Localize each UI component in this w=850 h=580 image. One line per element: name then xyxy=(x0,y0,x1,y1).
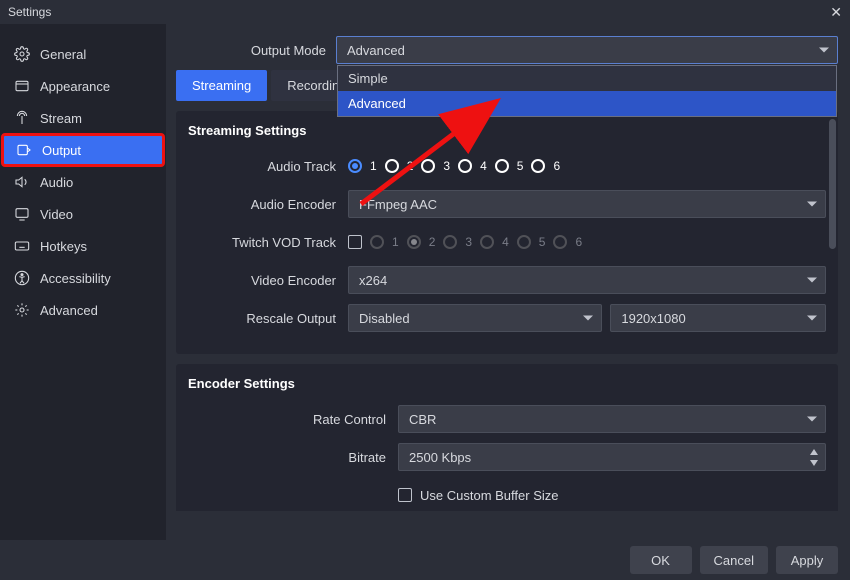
streaming-settings-heading: Streaming Settings xyxy=(188,123,826,138)
sidebar-item-label: Appearance xyxy=(40,79,110,94)
sidebar-item-label: Stream xyxy=(40,111,82,126)
rescale-output-select[interactable]: Disabled xyxy=(348,304,602,332)
output-mode-label: Output Mode xyxy=(176,43,336,58)
sidebar-item-general[interactable]: General xyxy=(0,38,166,70)
output-icon xyxy=(16,142,32,158)
ok-button[interactable]: OK xyxy=(630,546,692,574)
audio-track-radio-3[interactable] xyxy=(421,159,435,173)
speaker-icon xyxy=(14,174,30,190)
audio-track-radio-6[interactable] xyxy=(531,159,545,173)
scrollbar-thumb[interactable] xyxy=(829,119,836,249)
sidebar-item-hotkeys[interactable]: Hotkeys xyxy=(0,230,166,262)
audio-track-radio-4[interactable] xyxy=(458,159,472,173)
apply-button[interactable]: Apply xyxy=(776,546,838,574)
accessibility-icon xyxy=(14,270,30,286)
twitch-vod-checkbox[interactable] xyxy=(348,235,362,249)
sidebar-item-label: Hotkeys xyxy=(40,239,87,254)
sidebar-item-label: General xyxy=(40,47,86,62)
audio-track-radio-1[interactable] xyxy=(348,159,362,173)
output-mode-value: Advanced xyxy=(347,43,405,58)
monitor-icon xyxy=(14,206,30,222)
output-mode-option-simple[interactable]: Simple xyxy=(338,66,836,91)
chevron-down-icon xyxy=(807,417,817,422)
titlebar: Settings ✕ xyxy=(0,0,850,24)
chevron-down-icon xyxy=(807,278,817,283)
rate-control-label: Rate Control xyxy=(188,412,398,427)
sidebar-item-output[interactable]: Output xyxy=(2,134,164,166)
bitrate-input[interactable]: 2500 Kbps xyxy=(398,443,826,471)
antenna-icon xyxy=(14,110,30,126)
custom-buffer-label: Use Custom Buffer Size xyxy=(420,488,558,503)
video-encoder-select[interactable]: x264 xyxy=(348,266,826,294)
window-title: Settings xyxy=(8,5,51,19)
twitch-vod-radio-6 xyxy=(553,235,567,249)
chevron-down-icon xyxy=(807,202,817,207)
sidebar-item-label: Video xyxy=(40,207,73,222)
output-mode-select[interactable]: Advanced Simple Advanced xyxy=(336,36,838,64)
footer: OK Cancel Apply xyxy=(0,540,850,580)
spin-up-icon[interactable] xyxy=(806,446,822,457)
twitch-vod-controls: 1 2 3 4 5 6 xyxy=(348,235,826,249)
palette-icon xyxy=(14,78,30,94)
sidebar-item-label: Advanced xyxy=(40,303,98,318)
output-mode-option-advanced[interactable]: Advanced xyxy=(338,91,836,116)
audio-track-radios: 1 2 3 4 5 6 xyxy=(348,159,826,173)
twitch-vod-radio-3 xyxy=(443,235,457,249)
cancel-button[interactable]: Cancel xyxy=(700,546,768,574)
twitch-vod-radio-2 xyxy=(407,235,421,249)
spin-down-icon[interactable] xyxy=(806,457,822,468)
chevron-down-icon xyxy=(583,316,593,321)
sidebar: General Appearance Stream Output Audio V… xyxy=(0,24,166,540)
video-encoder-label: Video Encoder xyxy=(188,273,348,288)
sidebar-item-accessibility[interactable]: Accessibility xyxy=(0,262,166,294)
sidebar-item-advanced[interactable]: Advanced xyxy=(0,294,166,326)
rescale-output-label: Rescale Output xyxy=(188,311,348,326)
bitrate-label: Bitrate xyxy=(188,450,398,465)
chevron-down-icon xyxy=(819,48,829,53)
audio-encoder-select[interactable]: FFmpeg AAC xyxy=(348,190,826,218)
sidebar-item-audio[interactable]: Audio xyxy=(0,166,166,198)
wrench-icon xyxy=(14,302,30,318)
twitch-vod-label: Twitch VOD Track xyxy=(188,235,348,250)
sidebar-item-stream[interactable]: Stream xyxy=(0,102,166,134)
audio-track-radio-5[interactable] xyxy=(495,159,509,173)
encoder-settings-panel: Encoder Settings Rate Control CBR Bitrat… xyxy=(176,364,838,511)
sidebar-item-appearance[interactable]: Appearance xyxy=(0,70,166,102)
main-panel: Output Mode Advanced Simple Advanced Str… xyxy=(166,24,850,540)
close-icon[interactable]: ✕ xyxy=(830,4,842,21)
gear-icon xyxy=(14,46,30,62)
output-mode-dropdown: Simple Advanced xyxy=(337,65,837,117)
audio-encoder-label: Audio Encoder xyxy=(188,197,348,212)
twitch-vod-radio-1 xyxy=(370,235,384,249)
sidebar-item-label: Audio xyxy=(40,175,73,190)
audio-track-label: Audio Track xyxy=(188,159,348,174)
chevron-down-icon xyxy=(807,316,817,321)
twitch-vod-radio-5 xyxy=(517,235,531,249)
streaming-settings-panel: Streaming Settings Audio Track 1 2 3 4 5… xyxy=(176,111,838,354)
encoder-settings-heading: Encoder Settings xyxy=(188,376,826,391)
sidebar-item-label: Output xyxy=(42,143,81,158)
sidebar-item-label: Accessibility xyxy=(40,271,111,286)
audio-track-radio-2[interactable] xyxy=(385,159,399,173)
custom-buffer-checkbox[interactable] xyxy=(398,488,412,502)
keyboard-icon xyxy=(14,238,30,254)
rate-control-select[interactable]: CBR xyxy=(398,405,826,433)
sidebar-item-video[interactable]: Video xyxy=(0,198,166,230)
twitch-vod-radio-4 xyxy=(480,235,494,249)
tab-streaming[interactable]: Streaming xyxy=(176,70,267,101)
rescale-resolution-select[interactable]: 1920x1080 xyxy=(610,304,826,332)
